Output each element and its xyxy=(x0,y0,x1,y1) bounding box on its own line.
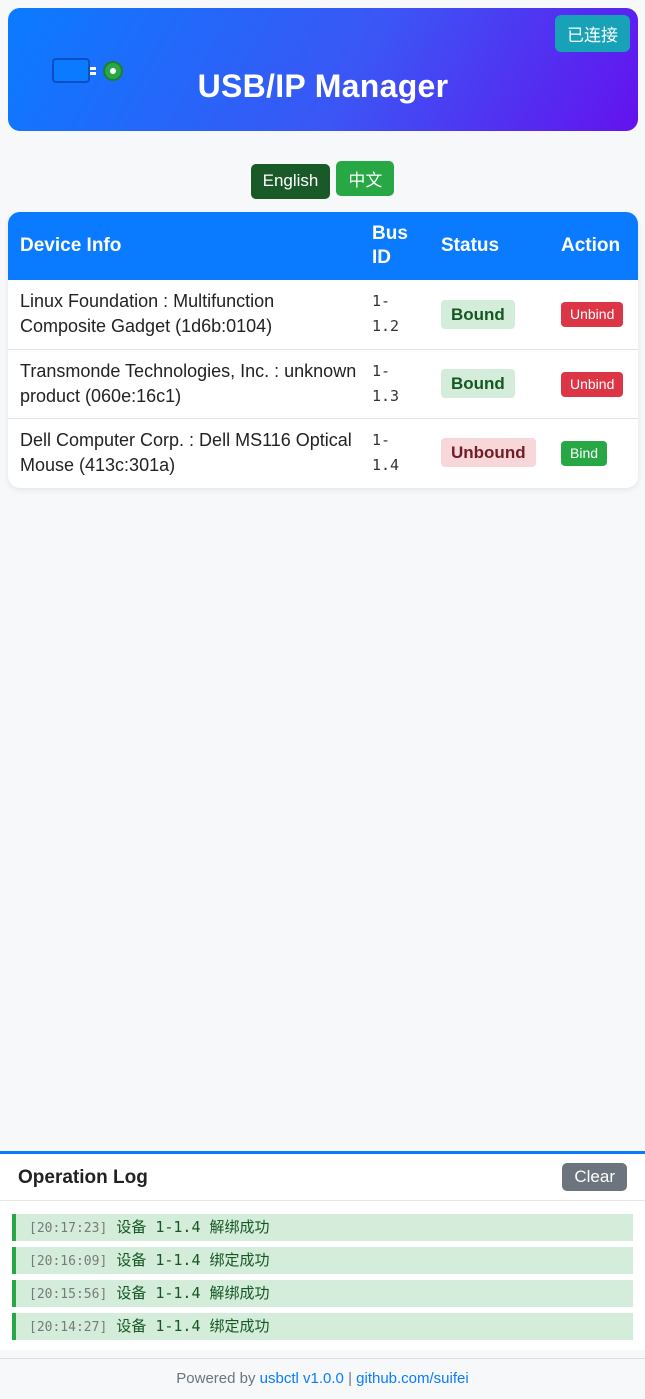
log-entry: [20:16:09] 设备 1-1.4 绑定成功 xyxy=(12,1247,633,1274)
column-action: Action xyxy=(561,235,621,256)
log-timestamp: [20:15:56] xyxy=(29,1287,108,1302)
language-switcher: English 中文 xyxy=(0,161,645,199)
device-table: Device Info Bus ID Status Action Linux F… xyxy=(8,212,638,487)
column-bus-id: Bus ID xyxy=(372,223,408,268)
log-entry: [20:14:27] 设备 1-1.4 绑定成功 xyxy=(12,1313,633,1340)
column-device-info: Device Info xyxy=(20,235,122,256)
device-info-cell: Linux Foundation : Multifunction Composi… xyxy=(20,291,275,337)
table-row: Transmonde Technologies, Inc. : unknown … xyxy=(8,348,638,418)
status-cell: Bound xyxy=(429,280,549,349)
bus-id-cell: 1-1.3 xyxy=(372,348,429,418)
log-list[interactable]: [20:17:23] 设备 1-1.4 解绑成功 [20:16:09] 设备 1… xyxy=(12,1214,633,1346)
bind-button[interactable]: Bind xyxy=(561,440,608,466)
device-info-cell: Transmonde Technologies, Inc. : unknown … xyxy=(8,348,372,418)
language-english-button[interactable]: English xyxy=(250,163,331,199)
app-header: USB/IP Manager 已连接 xyxy=(8,8,638,131)
bus-id-cell: 1-1.2 xyxy=(372,292,400,336)
unbind-button[interactable]: Unbind xyxy=(561,302,624,328)
status-badge: Unbound xyxy=(441,438,536,468)
device-table-card: Device Info Bus ID Status Action Linux F… xyxy=(8,212,638,488)
operation-log-panel: Operation Log Clear [20:17:23] 设备 1-1.4 … xyxy=(0,1151,645,1350)
table-header-row: Device Info Bus ID Status Action xyxy=(8,212,638,280)
operation-log-title: Operation Log xyxy=(18,1167,148,1188)
status-badge: Bound xyxy=(441,369,515,398)
table-row: Dell Computer Corp. : Dell MS116 Optical… xyxy=(8,417,638,487)
status-cell: Bound xyxy=(429,348,549,418)
unbind-button[interactable]: Unbind xyxy=(561,371,624,397)
table-row: Linux Foundation : Multifunction Composi… xyxy=(8,280,638,349)
log-entry: [20:17:23] 设备 1-1.4 解绑成功 xyxy=(12,1214,633,1241)
operation-log-header: Operation Log Clear xyxy=(0,1154,645,1201)
log-message: 设备 1-1.4 绑定成功 xyxy=(116,1251,270,1269)
github-repo-link[interactable]: github.com/suifei xyxy=(356,1370,469,1387)
footer-prefix: Powered by xyxy=(176,1370,256,1387)
column-status: Status xyxy=(441,235,500,256)
action-cell: Unbind xyxy=(549,280,638,349)
log-entry: [20:15:56] 设备 1-1.4 解绑成功 xyxy=(12,1280,633,1307)
page-footer: Powered by usbctl v1.0.0 | github.com/su… xyxy=(0,1358,645,1399)
log-timestamp: [20:17:23] xyxy=(29,1221,108,1236)
product-version-link[interactable]: usbctl v1.0.0 xyxy=(260,1370,344,1387)
footer-separator: | xyxy=(348,1370,352,1387)
log-message: 设备 1-1.4 解绑成功 xyxy=(116,1218,270,1236)
log-timestamp: [20:16:09] xyxy=(29,1254,108,1269)
device-info-cell: Dell Computer Corp. : Dell MS116 Optical… xyxy=(8,417,372,487)
log-timestamp: [20:14:27] xyxy=(29,1320,108,1335)
clear-log-button[interactable]: Clear xyxy=(562,1163,627,1191)
page-title: USB/IP Manager xyxy=(197,68,449,104)
action-cell: Unbind xyxy=(549,348,638,418)
log-message: 设备 1-1.4 解绑成功 xyxy=(116,1284,270,1302)
connection-status-badge: 已连接 xyxy=(555,15,630,52)
language-chinese-button[interactable]: 中文 xyxy=(336,161,395,196)
status-cell: Unbound xyxy=(429,417,549,487)
bus-id-cell: 1-1.4 xyxy=(372,417,429,487)
action-cell: Bind xyxy=(549,417,638,487)
log-message: 设备 1-1.4 绑定成功 xyxy=(116,1317,270,1335)
status-badge: Bound xyxy=(441,299,515,329)
